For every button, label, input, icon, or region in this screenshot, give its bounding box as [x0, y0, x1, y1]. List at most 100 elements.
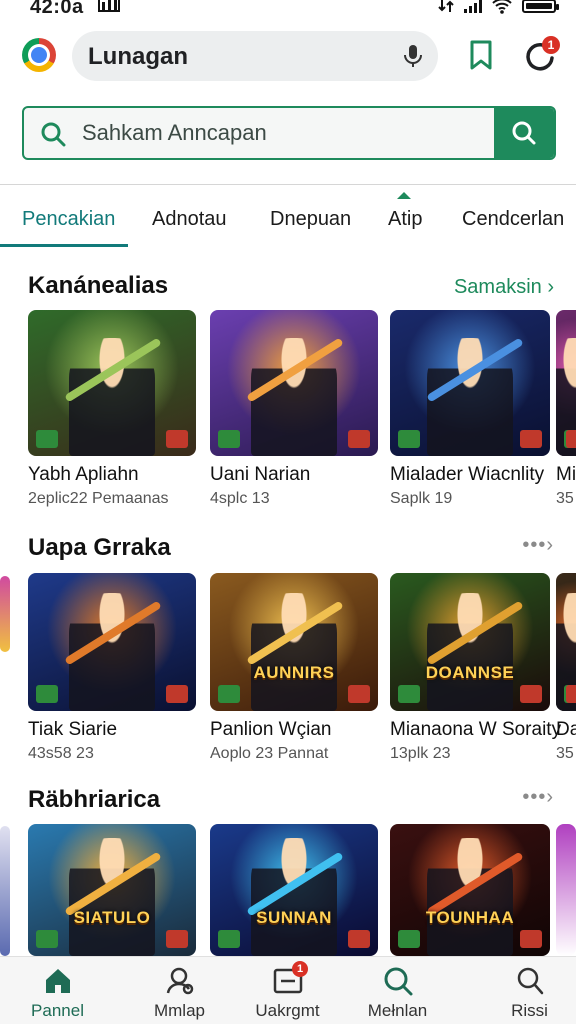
game-thumbnail[interactable]: DOANNSE: [390, 573, 550, 711]
game-thumbnail[interactable]: [28, 310, 196, 456]
game-logo-art: SUNNAN: [256, 908, 332, 927]
game-meta: Saplk 19: [390, 490, 453, 507]
game-title: Da: [556, 719, 576, 740]
game-title: Tiak Siarie: [28, 719, 118, 740]
game-title: Mialader Wiacnlity: [390, 464, 545, 485]
more-options-icon[interactable]: •••›: [522, 534, 554, 557]
search-icon: [512, 121, 536, 145]
search-icon: [384, 967, 412, 996]
rating-badge-icon: [520, 930, 542, 948]
game-thumbnail-partial[interactable]: [0, 826, 10, 956]
microphone-icon[interactable]: [402, 43, 424, 69]
game-title: Panlion Wçian: [210, 719, 332, 740]
game-thumbnail[interactable]: SUNNAN: [210, 824, 378, 956]
rating-badge-icon: [166, 430, 188, 448]
nav-label: Mełnlan: [367, 1001, 428, 1020]
game-logo-art: TOUNHAA: [425, 908, 515, 927]
search-submit-button[interactable]: [494, 108, 554, 158]
see-all-link[interactable]: Samaksin ›: [454, 276, 554, 299]
tab-pencakian[interactable]: Pencakian: [22, 208, 115, 231]
search-icon: [41, 122, 66, 147]
browser-logo-icon[interactable]: [22, 38, 56, 72]
nav-label: Mmlap: [153, 1001, 205, 1020]
rating-badge-icon: [166, 685, 188, 703]
nav-item-rissi[interactable]: Rissi: [472, 957, 576, 1024]
game-meta: 2eplic22 Pemaanas: [28, 490, 169, 507]
platform-badge-icon: [36, 685, 58, 703]
profile-search-icon: [517, 967, 543, 995]
game-title: Mi: [556, 464, 576, 485]
game-logo-art: AUNNIRS: [253, 663, 335, 682]
sim-icon: [98, 0, 120, 12]
notification-badge: 1: [542, 36, 560, 54]
rating-badge-icon: [348, 930, 370, 948]
status-time: 42:0a: [30, 0, 84, 18]
tab-indicator-icon: [397, 192, 411, 199]
platform-badge-icon: [36, 430, 58, 448]
tab-atip[interactable]: Atip: [388, 208, 422, 231]
divider: [0, 184, 576, 185]
game-thumbnail[interactable]: [556, 310, 576, 456]
game-thumbnail[interactable]: TOUNHAA: [390, 824, 550, 956]
game-title: Mianaona W Soraity: [390, 719, 562, 740]
rating-badge-icon: [520, 685, 542, 703]
rating-badge-icon: [566, 430, 576, 448]
platform-badge-icon: [398, 930, 420, 948]
nav-item-mmlap[interactable]: Mmlap: [122, 957, 237, 1024]
platform-badge-icon: [218, 430, 240, 448]
game-thumbnail[interactable]: [28, 573, 196, 711]
game-card-partial[interactable]: Mi 35: [556, 310, 576, 510]
game-thumbnail-partial[interactable]: [0, 576, 10, 652]
address-bar[interactable]: Lunagan: [72, 31, 438, 81]
nav-label: Rissi: [511, 1001, 548, 1020]
game-logo-art: DOANNSE: [425, 663, 515, 682]
tab-cendcerlan[interactable]: Cendcerlan: [462, 208, 564, 231]
person-chat-icon: [166, 967, 193, 995]
game-thumbnail[interactable]: [556, 573, 576, 711]
game-thumbnail[interactable]: AUNNIRS: [210, 573, 378, 711]
game-thumbnail[interactable]: [390, 310, 550, 456]
game-meta: 35: [556, 745, 574, 762]
tab-adnotau[interactable]: Adnotau: [152, 208, 227, 231]
tab-dnepuan[interactable]: Dnepuan: [270, 208, 351, 231]
game-title: Uani Narian: [210, 464, 311, 485]
nav-item-home[interactable]: Pannel: [0, 957, 115, 1024]
nav-item-search[interactable]: Mełnlan: [340, 957, 455, 1024]
game-card-partial[interactable]: Da 35: [556, 573, 576, 773]
game-character-art: [251, 838, 337, 956]
game-meta: 13plk 23: [390, 745, 451, 762]
platform-badge-icon: [36, 930, 58, 948]
section-title: Uapa Grraka: [28, 534, 171, 561]
game-thumbnail-partial[interactable]: [556, 824, 576, 956]
category-tabs: Pencakian Adnotau Dnepuan Atip Cendcerla…: [0, 186, 576, 248]
game-meta: Aoplo 23 Pannat: [210, 745, 329, 762]
rating-badge-icon: [520, 430, 542, 448]
section-title: Räbhriarica: [28, 786, 161, 813]
platform-badge-icon: [398, 685, 420, 703]
browser-toolbar: Lunagan 1: [0, 28, 576, 88]
platform-badge-icon: [218, 685, 240, 703]
game-character-art: [427, 838, 513, 956]
game-title: Yabh Apliahn: [28, 464, 139, 485]
nav-badge: 1: [292, 961, 308, 977]
rating-badge-icon: [348, 430, 370, 448]
more-options-icon[interactable]: •••›: [522, 786, 554, 809]
signal-icon: [464, 0, 482, 13]
game-thumbnail[interactable]: SIATULO: [28, 824, 196, 956]
game-meta: 4splc 13: [210, 490, 270, 507]
nav-label: Uakrgmt: [255, 1001, 320, 1020]
search-bar: [22, 106, 556, 160]
bookmark-icon[interactable]: [464, 38, 498, 74]
nav-label: Pannel: [31, 1001, 84, 1020]
address-text[interactable]: Lunagan: [88, 43, 188, 71]
status-bar: 42:0a: [0, 0, 576, 22]
nav-item-uakrgmt[interactable]: 1 Uakrgmt: [230, 957, 345, 1024]
refresh-button[interactable]: 1: [520, 36, 560, 76]
bottom-navigation: Pannel Mmlap 1 Uakrgmt Mełnlan Rissi: [0, 956, 576, 1024]
game-thumbnail[interactable]: [210, 310, 378, 456]
home-icon: [45, 969, 70, 993]
active-tab-underline: [0, 244, 128, 247]
rating-badge-icon: [166, 930, 188, 948]
search-input[interactable]: [82, 108, 492, 158]
section-title: Kanánealias: [28, 272, 169, 299]
